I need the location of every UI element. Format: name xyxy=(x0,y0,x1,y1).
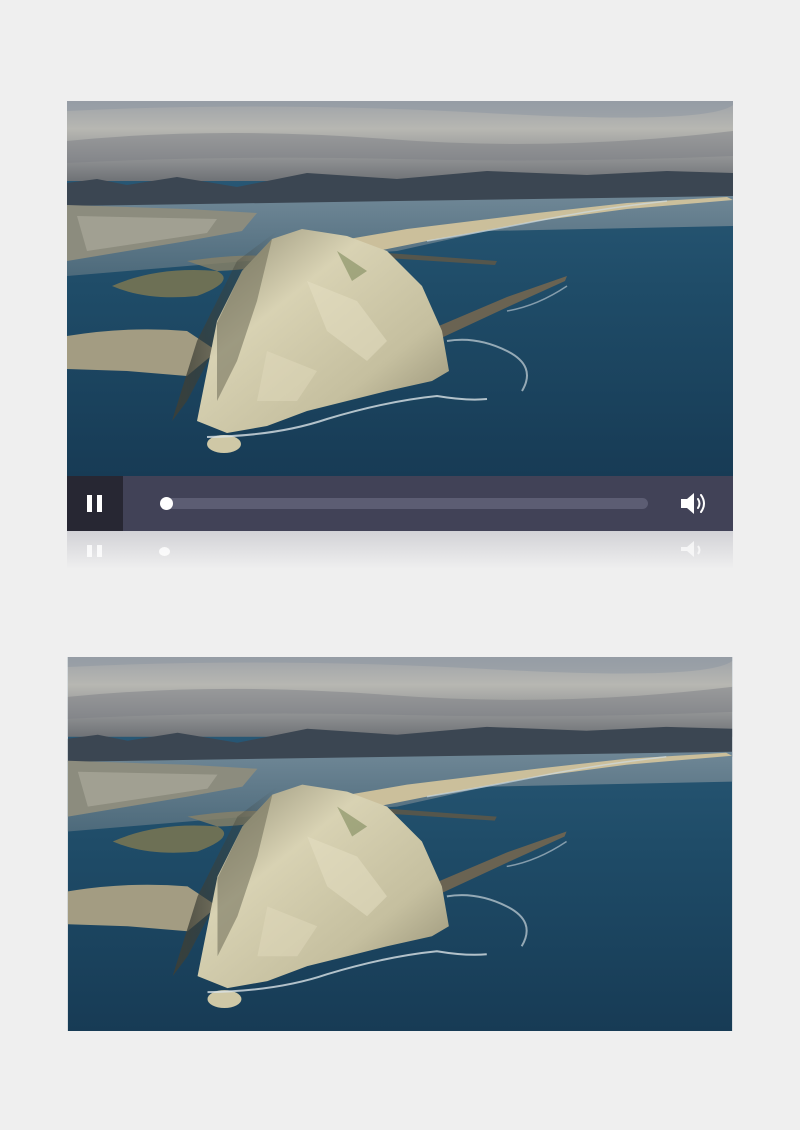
control-bar-reflection xyxy=(67,531,733,569)
video-frame-top[interactable] xyxy=(67,101,733,476)
pause-button[interactable] xyxy=(67,476,123,531)
aerial-rock-image-still xyxy=(67,657,733,1031)
volume-button[interactable] xyxy=(679,490,709,517)
video-frame-bottom xyxy=(67,657,733,1031)
volume-icon xyxy=(681,493,705,514)
video-control-bar xyxy=(67,476,733,531)
aerial-rock-image xyxy=(67,101,733,476)
progress-bar[interactable] xyxy=(160,497,648,510)
progress-handle[interactable] xyxy=(160,497,173,510)
